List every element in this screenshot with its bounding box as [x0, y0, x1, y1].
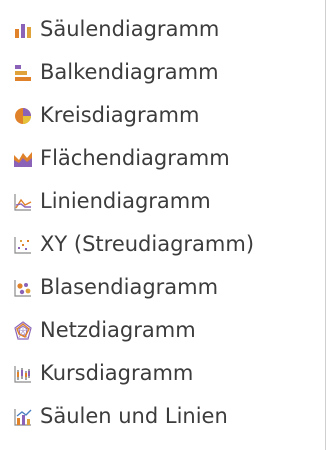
chart-type-list: Säulendiagramm Balkendiagramm Kreisdiagr…: [8, 8, 323, 438]
chart-type-label: Säulendiagramm: [40, 17, 220, 41]
chart-type-label: Säulen und Linien: [40, 404, 228, 428]
column-chart-icon: [12, 19, 34, 41]
chart-type-label: Balkendiagramm: [40, 60, 219, 84]
right-border: [325, 0, 326, 450]
chart-type-item-bar[interactable]: Balkendiagramm: [8, 51, 323, 94]
chart-type-item-area[interactable]: Flächendiagramm: [8, 137, 323, 180]
chart-type-label: Kursdiagramm: [40, 361, 194, 385]
chart-type-item-scatter[interactable]: XY (Streudiagramm): [8, 223, 323, 266]
net-chart-icon: [12, 320, 34, 342]
column-and-line-chart-icon: [12, 406, 34, 428]
chart-type-item-pie[interactable]: Kreisdiagramm: [8, 94, 323, 137]
chart-type-label: Blasendiagramm: [40, 275, 219, 299]
area-chart-icon: [12, 148, 34, 170]
chart-type-item-bubble[interactable]: Blasendiagramm: [8, 266, 323, 309]
chart-type-item-column[interactable]: Säulendiagramm: [8, 8, 323, 51]
chart-type-label: Netzdiagramm: [40, 318, 196, 342]
line-chart-icon: [12, 191, 34, 213]
stock-chart-icon: [12, 363, 34, 385]
chart-type-label: XY (Streudiagramm): [40, 232, 255, 256]
chart-type-label: Flächendiagramm: [40, 146, 230, 170]
chart-type-label: Liniendiagramm: [40, 189, 211, 213]
chart-type-item-column-and-line[interactable]: Säulen und Linien: [8, 395, 323, 438]
chart-type-label: Kreisdiagramm: [40, 103, 200, 127]
bar-chart-icon: [12, 62, 34, 84]
chart-type-item-net[interactable]: Netzdiagramm: [8, 309, 323, 352]
bubble-chart-icon: [12, 277, 34, 299]
chart-type-item-stock[interactable]: Kursdiagramm: [8, 352, 323, 395]
chart-type-item-line[interactable]: Liniendiagramm: [8, 180, 323, 223]
scatter-chart-icon: [12, 234, 34, 256]
pie-chart-icon: [12, 105, 34, 127]
